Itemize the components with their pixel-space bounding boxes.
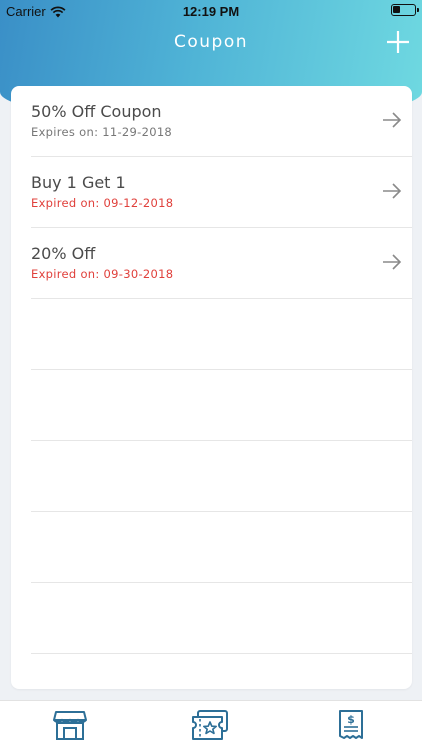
coupon-row-3[interactable]: 20% Off Expired on: 09-30-2018 <box>31 228 412 299</box>
arrow-right-icon[interactable] <box>382 182 402 200</box>
svg-text:$: $ <box>347 713 355 726</box>
store-icon[interactable] <box>52 709 88 741</box>
empty-row <box>31 370 412 441</box>
coupon-expiry: Expired on: 09-30-2018 <box>31 267 174 281</box>
coupon-expiry: Expires on: 11-29-2018 <box>31 125 173 139</box>
coupon-title: 50% Off Coupon <box>31 102 162 121</box>
status-time: 12:19 PM <box>182 4 240 19</box>
empty-row <box>31 299 412 370</box>
empty-row <box>31 512 412 583</box>
status-right <box>391 4 419 16</box>
coupon-title: 20% Off <box>31 244 96 263</box>
coupon-title: Buy 1 Get 1 <box>31 173 126 192</box>
plus-icon[interactable] <box>386 30 410 54</box>
coupon-row-2[interactable]: Buy 1 Get 1 Expired on: 09-12-2018 <box>31 157 412 228</box>
arrow-right-icon[interactable] <box>382 111 402 129</box>
receipt-icon[interactable]: $ <box>333 709 369 741</box>
coupon-expiry: Expired on: 09-12-2018 <box>31 196 174 210</box>
coupon-row-1[interactable]: 50% Off Coupon Expires on: 11-29-2018 <box>31 86 412 157</box>
status-bar: Carrier 12:19 PM <box>0 0 422 24</box>
battery-icon <box>391 4 419 16</box>
empty-row <box>31 441 412 512</box>
arrow-right-icon[interactable] <box>382 253 402 271</box>
empty-row <box>31 583 412 654</box>
coupon-list: 50% Off Coupon Expires on: 11-29-2018 Bu… <box>11 86 412 689</box>
page-title: Coupon <box>173 32 248 52</box>
coupon-ticket-icon[interactable] <box>192 709 228 741</box>
tab-bar: $ <box>0 700 422 750</box>
